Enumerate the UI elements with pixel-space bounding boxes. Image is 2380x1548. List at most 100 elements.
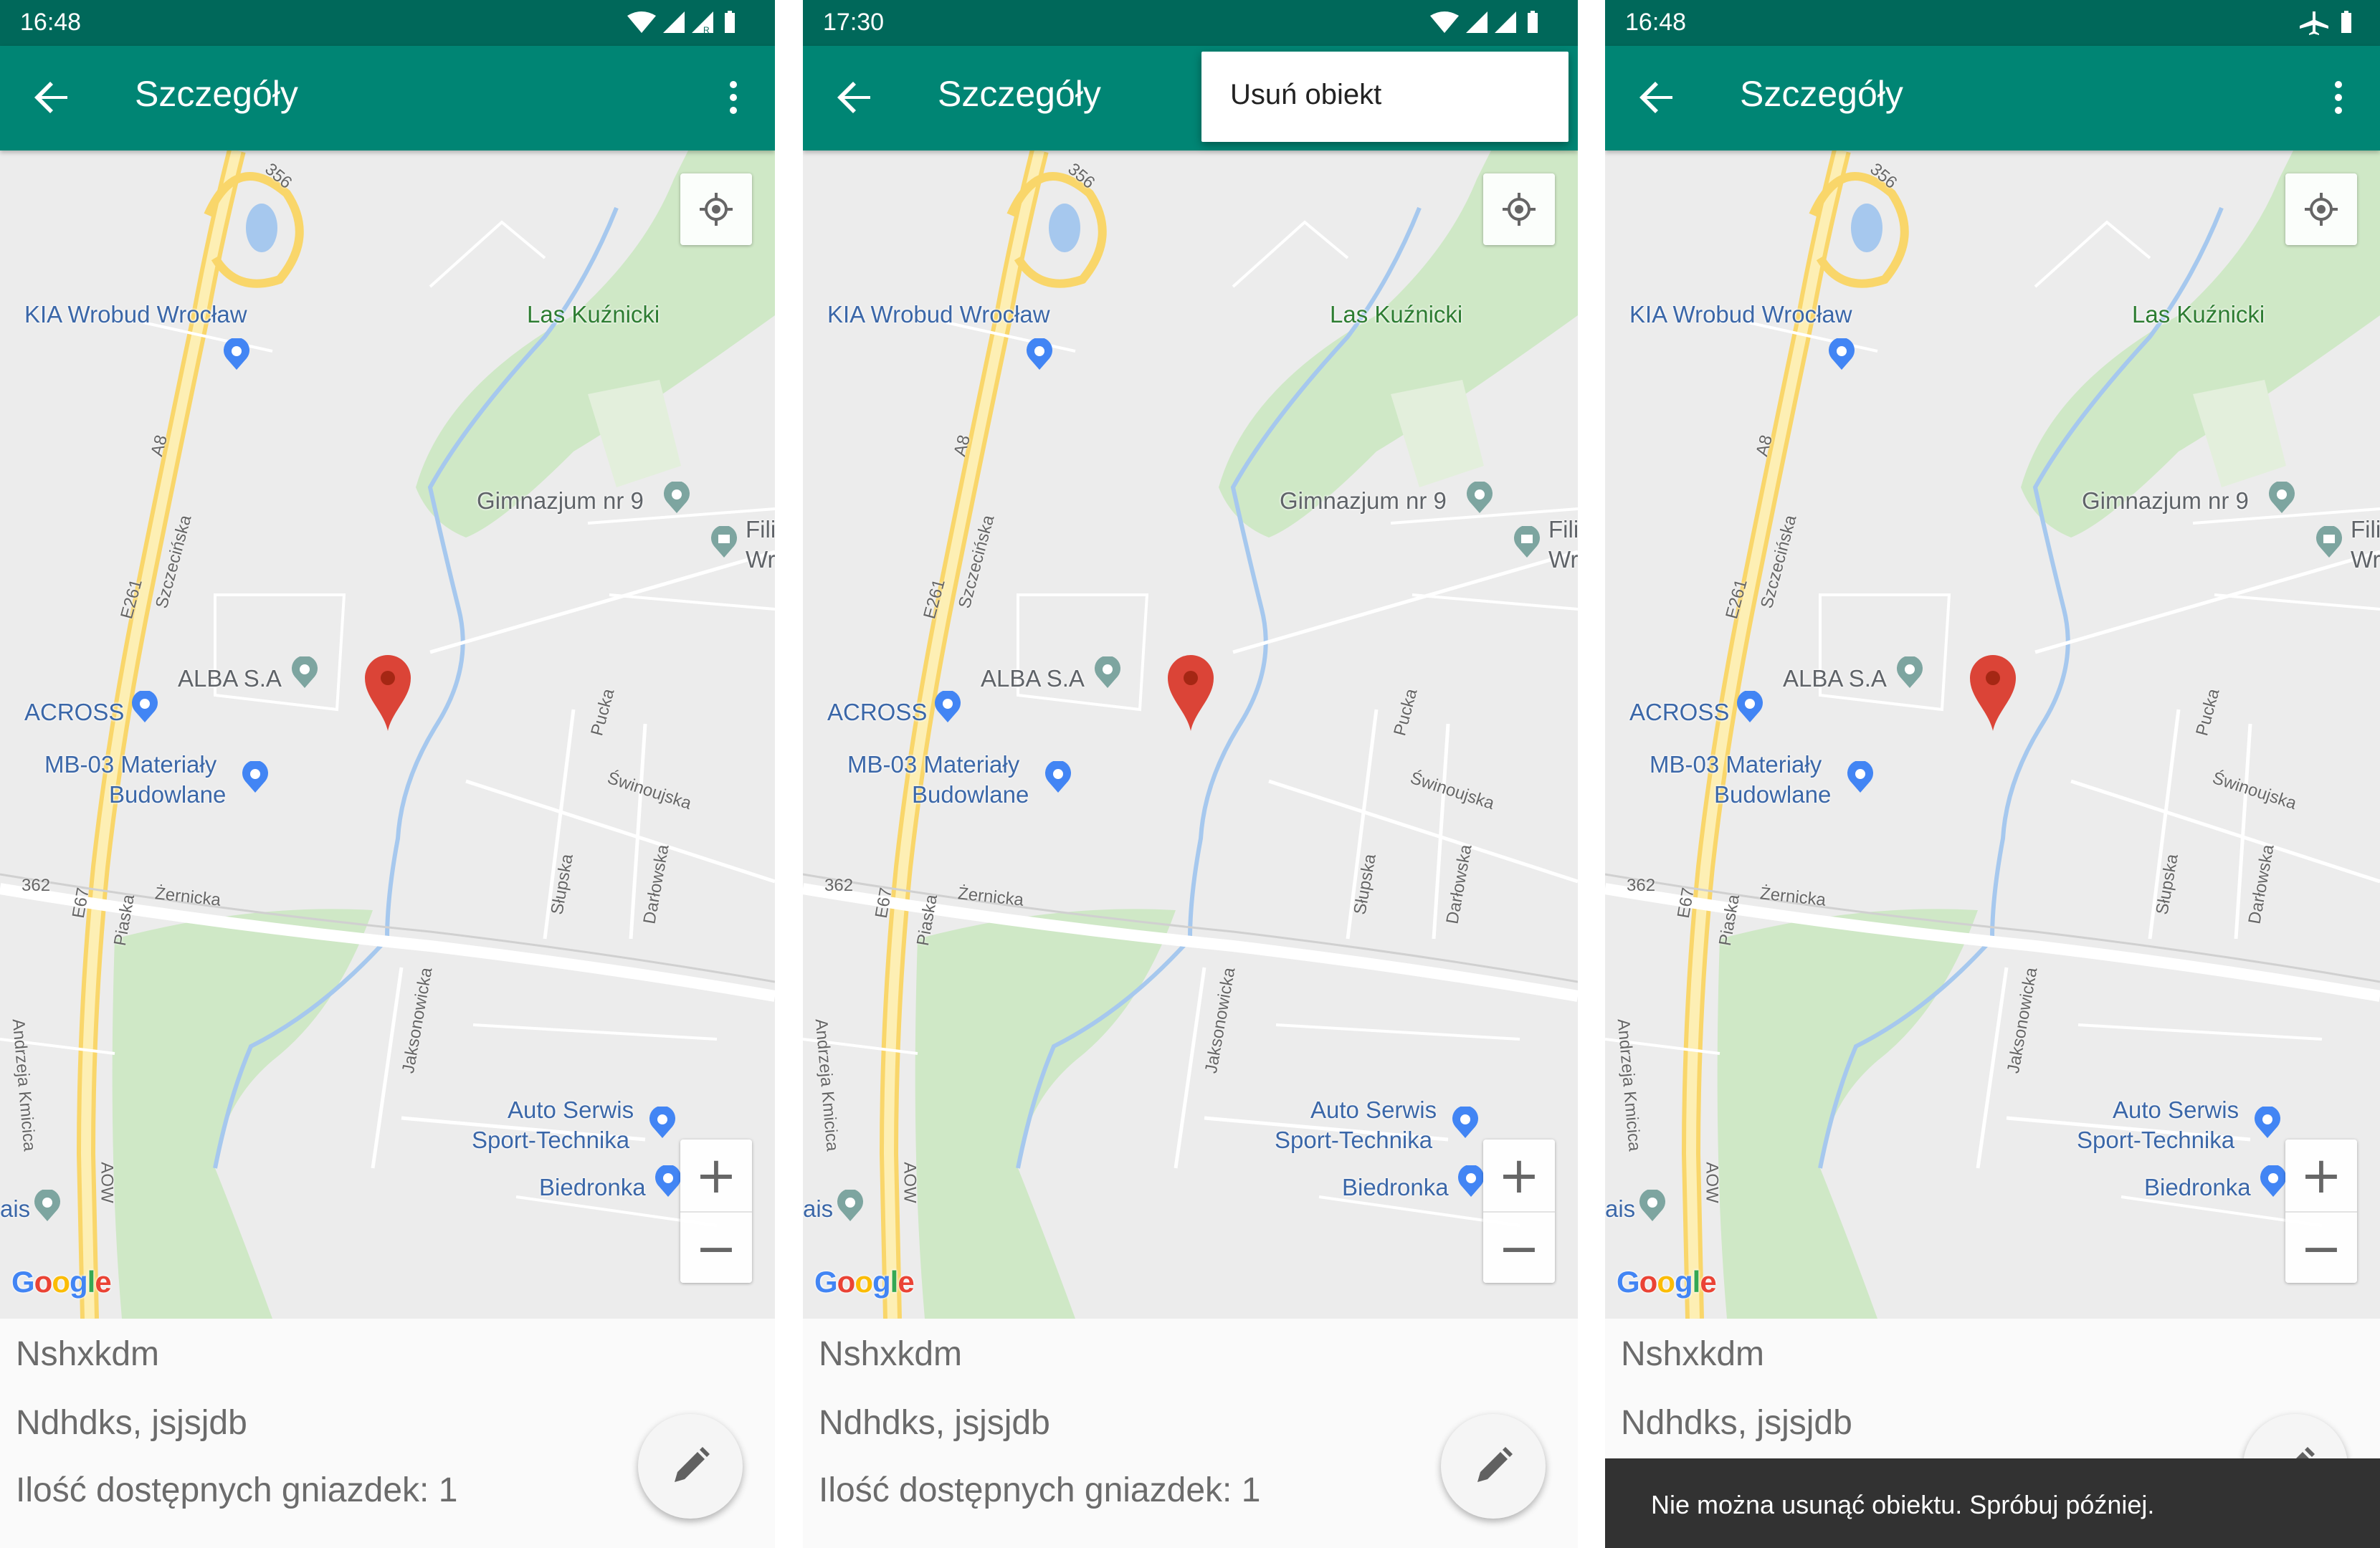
map-view[interactable]: KIA Wrobud Wrocław Las Kuźnicki Gimnazju…: [1605, 150, 2380, 1319]
zoom-controls: + −: [1483, 1140, 1555, 1283]
map-label-fili: Fili: [746, 516, 775, 543]
google-logo: Google: [1617, 1265, 1717, 1299]
map-label-fili-2: Wr: [1548, 546, 1578, 573]
signal-r-icon: R: [692, 11, 713, 35]
shop-pin-icon[interactable]: [2253, 1107, 2282, 1140]
shop-pin-icon[interactable]: [1736, 691, 1764, 724]
my-location-button[interactable]: [680, 173, 752, 245]
mail-pin-icon[interactable]: [1513, 526, 1541, 559]
screen-3: 16:48 Szczegóły KIA Wrobud Wrocław Las K…: [1605, 0, 2380, 1548]
map-label-fili: Fili: [2351, 516, 2380, 543]
zoom-in-button[interactable]: +: [2285, 1140, 2357, 1211]
google-logo: Google: [11, 1265, 112, 1299]
place-pin-icon[interactable]: [290, 656, 319, 689]
map-label-biedronka: Biedronka: [1342, 1174, 1449, 1200]
mail-pin-icon[interactable]: [2315, 526, 2343, 559]
snackbar: Nie można usunąć obiektu. Spróbuj późnie…: [1605, 1458, 2380, 1548]
overflow-popup-menu: Usuń obiekt: [1201, 52, 1569, 142]
shop-pin-icon[interactable]: [648, 1107, 677, 1140]
map-label-alba: ALBA S.A: [1783, 665, 1887, 692]
map-label-kia: KIA Wrobud Wrocław: [827, 301, 1050, 328]
shop-pin-icon[interactable]: [1025, 338, 1054, 371]
school-pin-icon[interactable]: [2267, 482, 2296, 515]
mail-pin-icon[interactable]: [710, 526, 738, 559]
page-title: Szczegóły: [135, 74, 298, 114]
map-label-across: ACROSS: [24, 699, 125, 725]
map-view[interactable]: KIA Wrobud Wrocław Las Kuźnicki Gimnazju…: [0, 150, 775, 1319]
overflow-menu-button[interactable]: [2315, 75, 2361, 120]
overflow-menu-button[interactable]: [710, 75, 756, 120]
location-marker-icon[interactable]: [362, 654, 414, 732]
street-362: 362: [1627, 876, 1656, 895]
place-pin-icon[interactable]: [33, 1190, 62, 1223]
school-pin-icon[interactable]: [1465, 482, 1494, 515]
place-pin-icon[interactable]: [1895, 656, 1924, 689]
school-pin-icon[interactable]: [662, 482, 691, 515]
map-label-fili: Fili: [1548, 516, 1578, 543]
place-pin-icon[interactable]: [1093, 656, 1122, 689]
map-label-mb-2: Budowlane: [912, 781, 1029, 808]
crosshair-icon: [700, 193, 733, 226]
back-button[interactable]: [832, 75, 877, 120]
map-label-biedronka: Biedronka: [539, 1174, 646, 1200]
app-bar: Szczegóły: [1605, 46, 2380, 150]
zoom-out-button[interactable]: −: [1483, 1211, 1555, 1284]
my-location-button[interactable]: [2285, 173, 2357, 245]
place-pin-icon[interactable]: [836, 1190, 865, 1223]
street-362: 362: [22, 876, 51, 895]
object-address: Ndhdks, jsjsjdb: [16, 1404, 247, 1442]
zoom-out-button[interactable]: −: [680, 1211, 752, 1284]
back-button[interactable]: [1634, 75, 1680, 120]
status-icons: [1429, 10, 1558, 36]
status-bar: 16:48 R: [0, 0, 775, 46]
arrow-back-icon: [837, 82, 870, 113]
map-label-biedronka: Biedronka: [2144, 1174, 2251, 1200]
object-name: Nshxkdm: [16, 1335, 160, 1373]
shop-pin-icon[interactable]: [1846, 761, 1875, 794]
zoom-controls: + −: [680, 1140, 752, 1283]
zoom-out-button[interactable]: −: [2285, 1211, 2357, 1284]
street-aow: AOW: [1702, 1162, 1722, 1203]
map-label-las: Las Kuźnicki: [2132, 301, 2265, 328]
map-label-auto-2: Sport-Technika: [2077, 1127, 2235, 1153]
map-label-gimnazjum: Gimnazjum nr 9: [1280, 487, 1447, 514]
street-aow: AOW: [97, 1162, 117, 1203]
details-panel: Nshxkdm Ndhdks, jsjsjdb Ilość dostępnych…: [803, 1319, 1578, 1548]
zoom-in-button[interactable]: +: [680, 1140, 752, 1211]
zoom-in-button[interactable]: +: [1483, 1140, 1555, 1211]
shop-pin-icon[interactable]: [1827, 338, 1856, 371]
my-location-button[interactable]: [1483, 173, 1555, 245]
location-marker-icon[interactable]: [1967, 654, 2019, 732]
shop-pin-icon[interactable]: [222, 338, 251, 371]
map-label-mb-2: Budowlane: [109, 781, 227, 808]
pencil-icon: [1477, 1447, 1513, 1482]
back-button[interactable]: [29, 75, 75, 120]
cart-pin-icon[interactable]: [1457, 1165, 1485, 1198]
cart-pin-icon[interactable]: [654, 1165, 682, 1198]
arrow-back-icon: [34, 82, 67, 113]
map-view[interactable]: KIA Wrobud Wrocław Las Kuźnicki Gimnazju…: [803, 150, 1578, 1319]
shop-pin-icon[interactable]: [241, 761, 270, 794]
shop-pin-icon[interactable]: [1044, 761, 1072, 794]
edit-button[interactable]: [1441, 1414, 1546, 1519]
page-title: Szczegóły: [1740, 74, 1903, 114]
map-label-ais: ais: [803, 1195, 834, 1222]
map-label-auto-2: Sport-Technika: [472, 1127, 630, 1153]
edit-button[interactable]: [638, 1414, 743, 1519]
object-sockets: Ilość dostępnych gniazdek: 1: [16, 1471, 458, 1509]
map-label-ais: ais: [0, 1195, 31, 1222]
map-label-mb-2: Budowlane: [1714, 781, 1832, 808]
map-label-mb: MB-03 Materiały: [44, 751, 217, 778]
menu-item-delete-object[interactable]: Usuń obiekt: [1230, 79, 1381, 111]
shop-pin-icon[interactable]: [933, 691, 962, 724]
map-label-across: ACROSS: [1629, 699, 1730, 725]
map-label-las: Las Kuźnicki: [1330, 301, 1463, 328]
svg-text:R: R: [703, 25, 710, 35]
status-time: 16:48: [1625, 9, 1687, 36]
place-pin-icon[interactable]: [1638, 1190, 1667, 1223]
shop-pin-icon[interactable]: [1451, 1107, 1480, 1140]
battery-icon: [2341, 11, 2351, 33]
shop-pin-icon[interactable]: [130, 691, 159, 724]
location-marker-icon[interactable]: [1165, 654, 1217, 732]
cart-pin-icon[interactable]: [2259, 1165, 2288, 1198]
